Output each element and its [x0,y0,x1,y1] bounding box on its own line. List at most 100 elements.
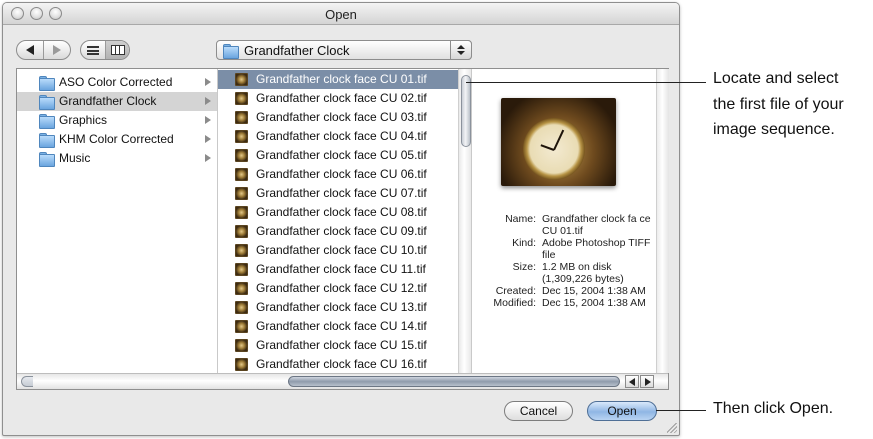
back-arrow-icon [26,45,35,55]
tiff-file-icon [235,187,248,200]
scroll-right-button[interactable] [640,375,654,388]
file-item[interactable]: Grandfather clock face CU 14.tif [218,317,471,336]
open-button[interactable]: Open [587,401,657,421]
chevron-right-icon [205,78,211,86]
file-label: Grandfather clock face CU 08.tif [256,205,427,219]
file-label: Grandfather clock face CU 12.tif [256,281,427,295]
folder-label: Grandfather Clock [59,94,157,108]
file-item[interactable]: Grandfather clock face CU 04.tif [218,127,471,146]
tiff-file-icon [235,282,248,295]
forward-button[interactable] [43,41,70,59]
tiff-file-icon [235,111,248,124]
location-popup[interactable]: Grandfather Clock [216,40,472,60]
info-row-created: Created: Dec 15, 2004 1:38 AM [472,285,657,297]
file-item[interactable]: Grandfather clock face CU 03.tif [218,108,471,127]
file-item[interactable]: Grandfather clock face CU 06.tif [218,165,471,184]
scroll-right-icon [645,378,651,386]
file-item[interactable]: Grandfather clock face CU 02.tif [218,89,471,108]
info-key: Name: [505,213,536,225]
chevron-up-icon [457,45,465,49]
folder-label: ASO Color Corrected [59,75,173,89]
callout-open-hint: Then click Open. [713,400,834,417]
file-info: Name: Grandfather clock fa ce CU 01.tif … [472,213,657,309]
file-label: Grandfather clock face CU 10.tif [256,243,427,257]
column-view-button[interactable] [105,41,129,59]
file-item[interactable]: Grandfather clock face CU 12.tif [218,279,471,298]
file-label: Grandfather clock face CU 06.tif [256,167,427,181]
file-label: Grandfather clock face CU 13.tif [256,300,427,314]
info-key: Modified: [493,297,536,309]
scroll-thumb[interactable] [461,75,471,147]
info-key: Size: [512,261,536,273]
file-item[interactable]: Grandfather clock face CU 08.tif [218,203,471,222]
files-column[interactable]: Grandfather clock face CU 01.tif Grandfa… [218,69,472,373]
info-value: 1.2 MB on disk (1,309,226 bytes) [542,261,624,285]
file-label: Grandfather clock face CU 16.tif [256,357,427,371]
file-label: Grandfather clock face CU 11.tif [256,262,426,276]
callout-select-line2: the first file of your [713,96,844,113]
list-view-icon [87,45,100,55]
resize-grip-icon[interactable] [667,423,677,433]
sidebar-item-music[interactable]: Music [17,149,217,168]
list-view-button[interactable] [81,41,105,59]
tiff-file-icon [235,225,248,238]
file-item[interactable]: Grandfather clock face CU 01.tif [218,70,471,89]
sidebar-item-aso-color-corrected[interactable]: ASO Color Corrected [17,73,217,92]
popup-stepper[interactable] [450,40,472,60]
info-value: Adobe Photoshop TIFF file [542,237,651,261]
file-item[interactable]: Grandfather clock face CU 13.tif [218,298,471,317]
chevron-right-icon [205,97,211,105]
column-browser: ASO Color Corrected Grandfather Clock Gr… [16,68,669,390]
file-item[interactable]: Grandfather clock face CU 11.tif [218,260,471,279]
chevron-right-icon [205,154,211,162]
back-button[interactable] [17,41,43,59]
tiff-file-icon [235,244,248,257]
sidebar-item-grandfather-clock[interactable]: Grandfather Clock [17,92,217,111]
file-item[interactable]: Grandfather clock face CU 16.tif [218,355,471,373]
folder-icon [39,152,55,167]
folder-label: KHM Color Corrected [59,132,174,146]
info-value: Grandfather clock fa ce CU 01.tif [542,213,651,237]
info-value: Dec 15, 2004 1:38 AM [542,297,646,309]
folder-label: Music [59,151,91,165]
tiff-file-icon [235,149,248,162]
info-row-size: Size: 1.2 MB on disk (1,309,226 bytes) [472,261,657,285]
clock-preview-image [501,98,616,186]
sidebar-item-graphics[interactable]: Graphics [17,111,217,130]
file-item[interactable]: Grandfather clock face CU 10.tif [218,241,471,260]
file-label: Grandfather clock face CU 01.tif [256,72,427,86]
toolbar: Grandfather Clock [3,26,679,68]
tiff-file-icon [235,339,248,352]
tiff-file-icon [235,206,248,219]
horizontal-scroll-thumb[interactable] [288,376,620,387]
folder-label: Graphics [59,113,108,127]
folder-icon [39,133,55,148]
preview-vertical-scrollbar[interactable] [656,69,669,373]
callout-line-open [656,410,706,411]
forward-arrow-icon [53,45,62,55]
chevron-down-icon [457,51,465,55]
file-item[interactable]: Grandfather clock face CU 07.tif [218,184,471,203]
file-label: Grandfather clock face CU 02.tif [256,91,427,105]
info-key: Kind: [512,237,536,249]
scroll-left-icon [629,378,635,386]
title-bar[interactable]: Open [3,3,679,25]
tiff-file-icon [235,168,248,181]
chevron-right-icon [205,116,211,124]
tiff-file-icon [235,320,248,333]
scroll-left-button[interactable] [625,375,639,388]
location-label: Grandfather Clock [244,43,350,58]
tiff-file-icon [235,92,248,105]
back-forward-control [16,40,71,60]
file-item[interactable]: Grandfather clock face CU 15.tif [218,336,471,355]
chevron-right-icon [205,135,211,143]
file-item[interactable]: Grandfather clock face CU 05.tif [218,146,471,165]
files-vertical-scrollbar[interactable] [458,69,471,373]
cancel-button[interactable]: Cancel [504,401,573,421]
file-item[interactable]: Grandfather clock face CU 09.tif [218,222,471,241]
file-label: Grandfather clock face CU 07.tif [256,186,427,200]
folder-icon [223,44,239,59]
folders-column[interactable]: ASO Color Corrected Grandfather Clock Gr… [17,69,218,373]
browser-horizontal-scrollbar[interactable] [17,373,668,389]
sidebar-item-khm-color-corrected[interactable]: KHM Color Corrected [17,130,217,149]
